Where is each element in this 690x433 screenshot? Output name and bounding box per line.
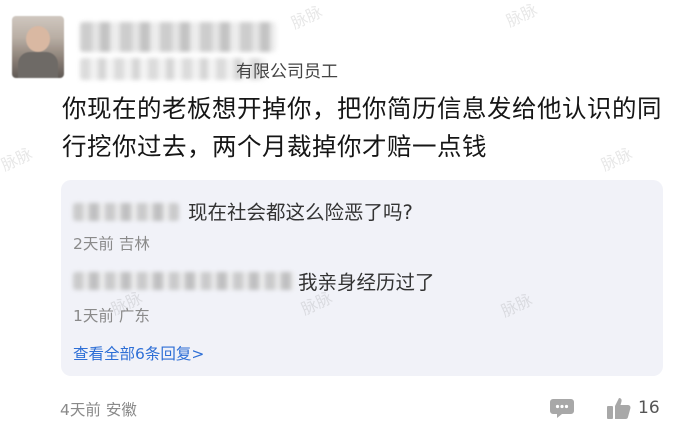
comment-text: 你现在的老板想开掉你，把你简历信息发给他认识的同行挖你过去，两个月裁掉你才赔一点… — [62, 94, 662, 161]
comment-location: 安徽 — [105, 401, 137, 419]
reply-time: 1天前 — [73, 307, 114, 325]
watermark: 脉脉 — [0, 143, 36, 175]
avatar-face — [26, 26, 50, 52]
like-button[interactable]: 16 — [606, 395, 660, 421]
comment-icon[interactable] — [549, 396, 575, 420]
avatar[interactable] — [12, 16, 64, 78]
watermark: 脉脉 — [288, 1, 326, 33]
watermark: 脉脉 — [503, 0, 541, 31]
like-count: 16 — [638, 398, 660, 418]
reply-author-blurred[interactable] — [73, 203, 179, 221]
reply-location: 广东 — [118, 307, 150, 325]
reply-time: 2天前 — [73, 235, 114, 253]
comment-bubble-icon — [550, 399, 574, 418]
reply-text: 现在社会都这么险恶了吗? — [188, 201, 413, 224]
thumbs-up-icon — [607, 398, 631, 419]
reply-location: 吉林 — [118, 235, 150, 253]
author-name-blurred[interactable] — [80, 22, 276, 52]
reply-box: 现在社会都这么险恶了吗? 2天前 吉林 我亲身经历过了 1天前 广东 查看全部6… — [61, 180, 663, 376]
view-all-replies-link[interactable]: 查看全部6条回复> — [73, 342, 204, 364]
reply-text: 我亲身经历过了 — [298, 271, 435, 294]
avatar-body — [18, 52, 58, 78]
comment-time: 4天前 — [60, 401, 101, 419]
reply-author-blurred[interactable] — [73, 272, 295, 290]
reply-meta: 1天前 广东 — [73, 304, 150, 326]
reply-meta: 2天前 吉林 — [73, 232, 150, 254]
comment-meta: 4天前 安徽 — [60, 398, 137, 420]
author-company-suffix: 有限公司员工 — [236, 62, 338, 82]
